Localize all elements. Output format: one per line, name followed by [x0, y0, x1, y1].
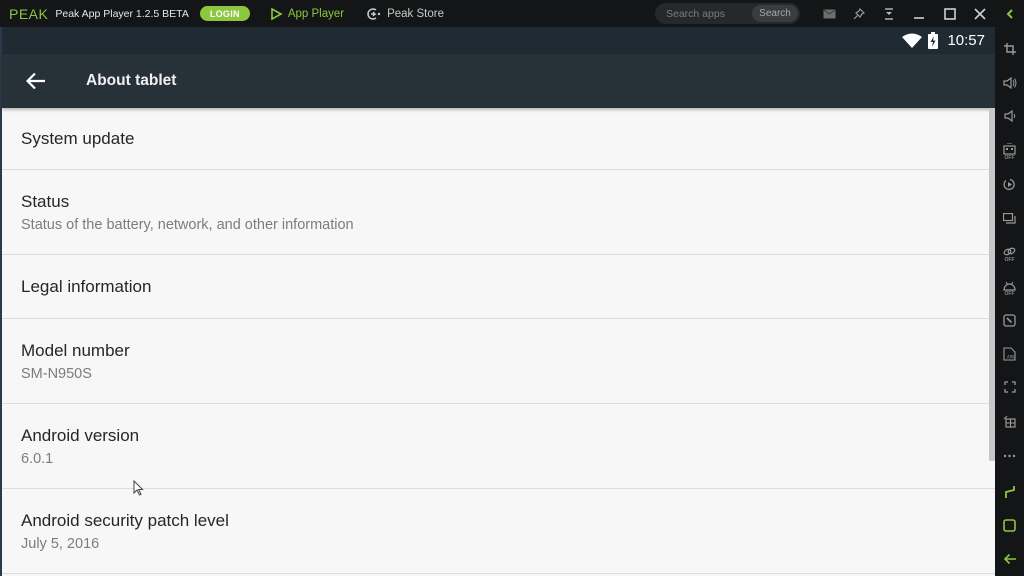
recent-apps-icon	[1004, 486, 1015, 498]
item-title: System update	[21, 128, 135, 148]
pin-icon	[853, 7, 865, 19]
minimize-icon	[914, 16, 924, 19]
install-apk-icon: APK	[1003, 347, 1016, 361]
fullscreen-icon	[1003, 381, 1016, 393]
more-icon	[1003, 454, 1016, 458]
android-back-icon	[1003, 553, 1016, 565]
rotate-icon	[1003, 178, 1015, 190]
volume-up-button[interactable]	[995, 70, 1024, 96]
peak-logo: PEAK	[9, 5, 49, 22]
crop-icon	[1003, 43, 1016, 55]
fullscreen-button[interactable]	[995, 374, 1024, 400]
play-triangle-icon	[271, 7, 283, 20]
crop-button[interactable]	[995, 36, 1024, 62]
settings-item-system-update[interactable]: System update	[2, 108, 995, 170]
back-button[interactable]	[16, 61, 56, 101]
pin-button[interactable]	[847, 0, 871, 27]
android-status-bar: 10:57	[2, 27, 995, 54]
app-bar: About tablet	[2, 54, 995, 108]
store-icon	[367, 7, 381, 20]
volume-down-icon	[1003, 110, 1015, 122]
close-button[interactable]	[968, 0, 992, 27]
item-title: Status	[21, 191, 70, 211]
settings-item-status[interactable]: Status Status of the battery, network, a…	[2, 170, 995, 255]
recent-apps-button[interactable]	[995, 479, 1024, 505]
item-title: Model number	[21, 340, 130, 360]
off-label: OFF	[1004, 155, 1015, 161]
home-icon	[1003, 518, 1016, 532]
item-subtitle: 6.0.1	[21, 450, 54, 467]
link-button[interactable]: OFF	[995, 241, 1024, 267]
collapse-sidebar-button[interactable]	[998, 0, 1022, 27]
battery-charging-icon	[928, 32, 939, 49]
maximize-icon	[944, 7, 956, 20]
more-button[interactable]	[995, 443, 1024, 469]
add-app-button[interactable]	[995, 408, 1024, 434]
item-title: Android version	[21, 425, 140, 445]
volume-down-button[interactable]	[995, 103, 1024, 129]
nav-app-player-label: App Player	[287, 7, 345, 20]
svg-text:APK: APK	[1007, 355, 1015, 360]
mouse-cursor-icon	[133, 480, 144, 496]
search-button[interactable]: Search	[752, 5, 798, 22]
minimize-button[interactable]	[907, 0, 931, 27]
install-apk-button[interactable]: APK	[995, 341, 1024, 367]
window-titlebar: PEAK Peak App Player 1.2.5 BETA LOGIN Ap…	[0, 0, 1024, 27]
maximize-button[interactable]	[938, 0, 962, 27]
download-icon	[885, 7, 893, 20]
home-button[interactable]	[995, 512, 1024, 538]
item-title: Android security patch level	[21, 510, 229, 530]
off-label: OFF	[1004, 256, 1015, 263]
android-icon	[1003, 281, 1016, 291]
item-subtitle: Status of the battery, network, and othe…	[21, 216, 354, 233]
emulator-toolbar: OFF OFF OFF APK	[995, 27, 1024, 576]
shake-button[interactable]	[995, 307, 1024, 333]
search-input[interactable]	[666, 7, 758, 20]
item-subtitle: SM-N950S	[21, 365, 92, 382]
mail-icon	[823, 9, 835, 18]
close-icon	[974, 7, 986, 20]
settings-item-model-number[interactable]: Model number SM-N950S	[2, 319, 995, 404]
download-button[interactable]	[877, 0, 901, 27]
keyboard-mapping-button[interactable]: OFF	[995, 139, 1024, 165]
add-app-icon	[1003, 415, 1016, 428]
nav-peak-store-label: Peak Store	[387, 7, 444, 20]
settings-list: System update Status Status of the batte…	[2, 108, 995, 574]
rotate-button[interactable]	[995, 171, 1024, 197]
off-label: OFF	[1004, 291, 1015, 297]
nav-peak-store[interactable]: Peak Store	[366, 7, 444, 21]
status-clock: 10:57	[947, 32, 985, 49]
nav-app-player[interactable]: App Player	[269, 7, 344, 21]
android-screen: 10:57 About tablet System update Status …	[0, 27, 995, 576]
collapse-sidebar-icon	[1006, 8, 1013, 19]
android-button[interactable]: OFF	[995, 276, 1024, 302]
item-subtitle: July 5, 2016	[21, 535, 100, 552]
page-title: About tablet	[86, 72, 177, 89]
settings-item-legal-information[interactable]: Legal information	[2, 255, 995, 319]
multi-window-icon	[1003, 213, 1016, 224]
arrow-back-icon	[26, 72, 45, 90]
app-name: Peak App Player 1.2.5 BETA	[55, 7, 189, 20]
wifi-icon	[902, 33, 923, 48]
settings-item-security-patch-level[interactable]: Android security patch level July 5, 201…	[2, 489, 995, 574]
search-box: Search	[655, 3, 800, 24]
mail-button[interactable]	[817, 0, 841, 27]
android-back-button[interactable]	[995, 546, 1024, 572]
keyboard-mapping-icon	[1003, 143, 1016, 155]
multi-window-button[interactable]	[995, 206, 1024, 232]
shake-icon	[1003, 313, 1016, 327]
link-icon	[1003, 247, 1016, 255]
login-button[interactable]: LOGIN	[199, 6, 250, 21]
settings-item-android-version[interactable]: Android version 6.0.1	[2, 404, 995, 489]
item-title: Legal information	[21, 276, 152, 296]
volume-up-icon	[1002, 77, 1016, 89]
